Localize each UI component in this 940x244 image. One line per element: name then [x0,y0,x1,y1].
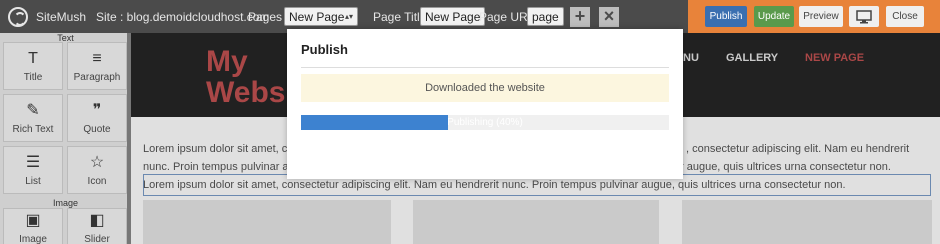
tile-label: List [25,175,41,187]
publish-modal: Publish Downloaded the website Publishin… [287,29,683,179]
sitemush-logo-icon [8,6,28,27]
preview-button[interactable]: Preview [799,6,843,27]
app-name: SiteMush [36,9,87,24]
slider-icon: ◧ [89,211,105,229]
close-button[interactable]: Close [886,6,924,27]
progress-label: Publishing (40%) [447,117,523,128]
site-label: Site : blog.demoidcloudhost.com [96,9,270,24]
image-icon: ▣ [25,211,41,229]
tile-label: Rich Text [12,123,54,135]
category-image: Image [52,198,78,208]
add-page-button[interactable]: + [570,6,590,27]
update-button[interactable]: Update [754,6,794,27]
delete-page-button[interactable]: × [599,6,619,27]
edit-icon: ✎ [26,101,40,119]
device-preview-button[interactable] [849,6,879,27]
logo: SiteMush [8,0,86,33]
select-arrows-icon: ▴▾ [344,12,353,21]
tile-paragraph[interactable]: ≡ Paragraph [67,42,127,90]
tile-title[interactable]: T Title [3,42,63,90]
status-message: Downloaded the website [301,74,669,102]
pages-selected-value: New Page [289,9,345,24]
tile-label: Paragraph [73,71,121,83]
paragraph-icon: ≡ [92,49,102,67]
pages-label: Pages : [248,9,289,24]
page-url-input[interactable]: page [527,7,564,26]
publish-progress-bar: Publishing (40%) [301,115,669,130]
list-icon: ☰ [25,153,41,171]
tile-slider[interactable]: ◧ Slider [67,208,127,244]
star-icon: ☆ [89,153,105,171]
publish-button[interactable]: Publish [705,6,747,27]
page-title-input[interactable]: New Page [420,7,486,26]
tile-label: Image [19,233,47,244]
modal-title: Publish [301,42,348,57]
quote-icon: ❞ [92,101,102,119]
modal-divider [301,67,669,68]
tile-label: Icon [87,175,107,187]
tile-rich-text[interactable]: ✎ Rich Text [3,94,63,142]
action-bar: Publish Update Preview Close [688,0,940,33]
tile-quote[interactable]: ❞ Quote [67,94,127,142]
title-icon: T [28,49,38,67]
pages-select[interactable]: New Page ▴▾ [284,7,358,26]
plus-icon: + [574,6,586,26]
tile-label: Title [23,71,43,83]
tile-label: Slider [84,233,110,244]
tile-icon[interactable]: ☆ Icon [67,146,127,194]
tile-label: Quote [83,123,111,135]
monitor-icon [856,9,872,23]
tile-image[interactable]: ▣ Image [3,208,63,244]
close-x-icon: × [603,6,615,26]
tile-list[interactable]: ☰ List [3,146,63,194]
